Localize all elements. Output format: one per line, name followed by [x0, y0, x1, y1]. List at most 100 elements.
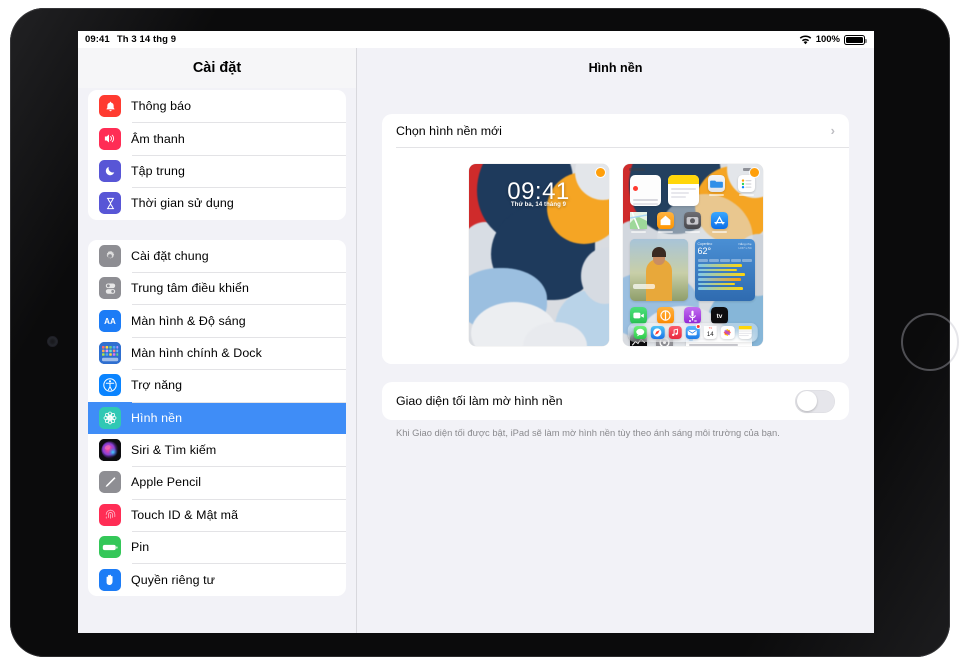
sidebar-group-1: Thông báo Âm thanh Tập trung Thời gian s…	[88, 90, 346, 220]
sidebar-group-2: Cài đặt chung Trung tâm điều khiển AA Mà…	[88, 239, 346, 596]
page-title: Hình nền	[588, 61, 643, 75]
app-cell-app-store[interactable]	[710, 212, 728, 234]
sidebar-item-wallpaper[interactable]: Hình nền	[88, 401, 346, 434]
sidebar-item-general[interactable]: Cài đặt chung	[88, 240, 346, 272]
lock-screen-preview[interactable]: 09:41 Thứ ba, 14 tháng 9	[468, 164, 609, 346]
settings-sidebar[interactable]: Cài đặt Thông báo Âm thanh Tập trung Thờ…	[78, 31, 357, 633]
sidebar-item-focus[interactable]: Tập trung	[88, 154, 346, 187]
accessibility-icon	[99, 374, 121, 397]
bell-icon	[99, 95, 121, 118]
display-brightness-icon: AA	[99, 309, 121, 332]
dark-appearance-footnote: Khi Giao diện tối được bật, iPad sẽ làm …	[396, 427, 780, 438]
dark-appearance-label: Giao diện tối làm mờ hình nền	[396, 394, 563, 408]
lock-screen-date: Thứ ba, 14 tháng 9	[510, 202, 567, 208]
sidebar-item-label: Màn hình & Độ sáng	[131, 313, 246, 328]
sidebar-item-label: Touch ID & Mật mã	[131, 507, 239, 522]
dock[interactable]: T3 14	[627, 323, 758, 342]
weather-widget[interactable]: Cupertino 62° Nắng nhẹ H:67 L:54	[694, 239, 755, 302]
sidebar-item-battery[interactable]: Pin	[88, 531, 346, 563]
sidebar-item-label: Apple Pencil	[131, 475, 202, 490]
camera-app-icon	[683, 212, 701, 229]
sidebar-item-label: Thời gian sử dụng	[131, 196, 234, 211]
sidebar-item-touch-id-passcode[interactable]: Touch ID & Mật mã	[88, 498, 346, 531]
sidebar-item-display-brightness[interactable]: AA Màn hình & Độ sáng	[88, 304, 346, 336]
privacy-hand-icon	[99, 568, 121, 591]
hourglass-icon	[99, 192, 121, 215]
dark-appearance-card: Giao diện tối làm mờ hình nền	[382, 382, 849, 420]
battery-percent-label: 100%	[815, 34, 840, 45]
sidebar-item-label: Trợ năng	[131, 378, 183, 393]
ipad-screen: 09:41 Th 3 14 thg 9 100% Cài đặt Thông b…	[78, 31, 874, 633]
sidebar-title: Cài đặt	[78, 48, 356, 88]
split-view: Cài đặt Thông báo Âm thanh Tập trung Thờ…	[78, 31, 874, 633]
app-cell-reminders[interactable]	[737, 175, 755, 206]
messages-app-icon[interactable]	[633, 325, 647, 340]
sidebar-item-apple-pencil[interactable]: Apple Pencil	[88, 466, 346, 498]
notes-widget[interactable]	[667, 175, 699, 206]
sidebar-item-accessibility[interactable]: Trợ năng	[88, 369, 346, 401]
photos-widget[interactable]	[629, 239, 688, 302]
control-center-icon	[99, 277, 121, 300]
sidebar-item-label: Thông báo	[131, 99, 192, 114]
wallpaper-card: Chọn hình nền mới › 09:41 Thứ ba, 14 thá…	[382, 114, 849, 364]
sidebar-item-sounds[interactable]: Âm thanh	[88, 122, 346, 154]
front-camera-icon	[48, 337, 57, 346]
sidebar-item-label: Quyền riêng tư	[131, 572, 216, 587]
maps-app-icon	[629, 212, 647, 229]
preview-status-bar	[628, 167, 757, 172]
notes-app-icon[interactable]	[738, 325, 752, 340]
status-bar-right: 100%	[799, 34, 867, 45]
sidebar-scroll[interactable]: Thông báo Âm thanh Tập trung Thời gian s…	[78, 90, 356, 596]
music-app-icon[interactable]	[668, 325, 682, 340]
selected-badge	[595, 168, 605, 177]
toggle-knob	[796, 391, 817, 411]
dark-appearance-dims-wallpaper-toggle[interactable]	[795, 389, 835, 413]
battery-icon	[844, 34, 867, 45]
home-screen-dock-icon	[99, 341, 121, 364]
home-ring-indicator[interactable]	[901, 313, 959, 371]
sidebar-item-label: Tập trung	[131, 163, 185, 178]
speaker-icon	[99, 127, 121, 150]
reminders-app-icon	[737, 175, 755, 192]
home-app-icon	[656, 212, 674, 229]
app-cell-files[interactable]	[707, 175, 725, 206]
sidebar-item-label: Pin	[131, 540, 150, 555]
sidebar-item-label: Hình nền	[131, 410, 183, 425]
wallpaper-flower-icon	[99, 406, 121, 429]
sidebar-item-label: Cài đặt chung	[131, 248, 209, 263]
siri-icon	[99, 439, 121, 462]
screenshot-root: 09:41 Th 3 14 thg 9 100% Cài đặt Thông b…	[0, 0, 960, 665]
choose-new-wallpaper-row[interactable]: Chọn hình nền mới ›	[382, 114, 849, 147]
app-cell-camera[interactable]	[683, 212, 701, 234]
home-screen-preview[interactable]: Cupertino 62° Nắng nhẹ H:67 L:54 tv T3 1…	[622, 164, 763, 346]
sidebar-item-screen-time[interactable]: Thời gian sử dụng	[88, 187, 346, 219]
sidebar-item-privacy[interactable]: Quyền riêng tư	[88, 563, 346, 595]
app-row-2	[629, 212, 756, 234]
status-bar-left: 09:41 Th 3 14 thg 9	[85, 34, 176, 45]
news-widget[interactable]	[629, 175, 661, 206]
choose-new-wallpaper-label: Chọn hình nền mới	[396, 123, 502, 138]
photos-app-icon[interactable]	[720, 325, 735, 340]
battery-green-icon	[99, 536, 121, 559]
page-dots[interactable]	[623, 319, 763, 322]
sidebar-item-home-screen-dock[interactable]: Màn hình chính & Dock	[88, 336, 346, 369]
svg-text:AA: AA	[104, 317, 116, 326]
sidebar-item-label: Âm thanh	[131, 131, 185, 146]
pencil-icon	[99, 471, 121, 494]
safari-app-icon[interactable]	[650, 325, 665, 340]
calendar-app-icon[interactable]: T3 14	[703, 325, 717, 340]
status-bar-time: 09:41	[85, 34, 110, 45]
widget-row-1	[629, 175, 756, 206]
sidebar-item-siri-search[interactable]: Siri & Tìm kiếm	[88, 434, 346, 466]
dark-appearance-row[interactable]: Giao diện tối làm mờ hình nền	[382, 382, 849, 420]
app-cell-maps[interactable]	[629, 212, 647, 234]
app-store-app-icon	[710, 212, 728, 229]
fingerprint-icon	[99, 503, 121, 526]
chevron-right-icon: ›	[830, 123, 835, 138]
mail-app-icon[interactable]	[685, 324, 701, 340]
sidebar-item-label: Màn hình chính & Dock	[131, 345, 262, 360]
selected-badge	[749, 168, 759, 177]
sidebar-item-control-center[interactable]: Trung tâm điều khiển	[88, 271, 346, 304]
app-cell-home[interactable]	[656, 212, 674, 234]
sidebar-item-notifications[interactable]: Thông báo	[88, 90, 346, 122]
